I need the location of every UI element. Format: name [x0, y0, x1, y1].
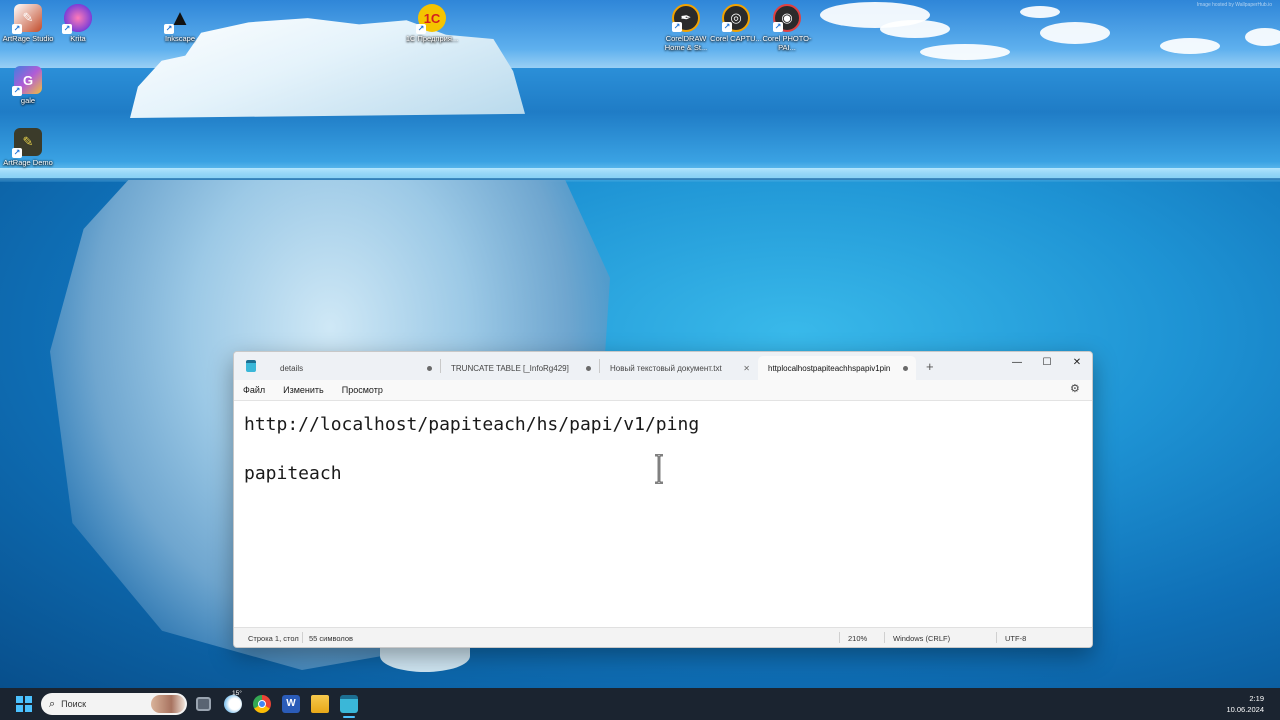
wallpaper-watermark: Image hosted by WallpaperHub.io — [1196, 2, 1272, 8]
tab-label: TRUNCATE TABLE [_InfoRg429] — [451, 363, 569, 373]
cloud — [1020, 6, 1060, 18]
desktop-icon-corel-photopaint[interactable]: ◉ ↗ Corel PHOTO-PAI... — [759, 4, 815, 52]
weather-temperature: 15° — [232, 690, 242, 697]
minimize-button[interactable]: — — [1002, 352, 1032, 372]
cloud — [1040, 22, 1110, 44]
desktop-icon-artrage-studio[interactable]: ✎ ↗ ArtRage Studio — [0, 4, 56, 43]
krita-icon: ↗ — [62, 4, 92, 34]
unsaved-dot-icon — [586, 365, 591, 371]
coreldraw-icon: ✒ ↗ — [672, 4, 700, 32]
tab-httplocalhost[interactable]: httplocalhostpapiteachhspapiv1pin — [758, 356, 916, 380]
search-icon: ⌕ — [49, 697, 56, 710]
cloud — [1245, 28, 1280, 46]
menu-view[interactable]: Просмотр — [333, 385, 392, 395]
notepad-app-icon — [246, 360, 256, 372]
desktop-icon-gale[interactable]: G ↗ gale — [0, 66, 56, 105]
system-clock[interactable]: 2:19 10.06.2024 — [1226, 693, 1264, 715]
taskbar: ⌕ Поиск 15° W 2:19 10.06.2024 — [0, 688, 1280, 720]
notepad-window: details TRUNCATE TABLE [_InfoRg429] Новы… — [233, 351, 1093, 648]
clock-date: 10.06.2024 — [1226, 705, 1264, 714]
artrage-demo-icon: ✎ ↗ — [12, 128, 42, 158]
status-zoom: 210% — [848, 634, 868, 643]
chrome-icon[interactable] — [253, 695, 271, 713]
status-divider — [996, 632, 997, 643]
1c-icon: 1С ↗ — [416, 4, 446, 34]
search-highlight-image — [151, 695, 185, 713]
waterline — [0, 168, 1280, 182]
close-button[interactable]: ✕ — [1062, 352, 1092, 372]
notepad-taskbar-icon[interactable] — [340, 695, 358, 713]
settings-gear-icon[interactable]: ⚙ — [1070, 383, 1082, 395]
windows-logo-icon — [16, 696, 23, 703]
tab-label: details — [280, 363, 304, 373]
tab-details[interactable]: details — [270, 356, 440, 380]
inkscape-icon: ▲ ↗ — [164, 5, 191, 34]
corel-photopaint-icon: ◉ ↗ — [773, 4, 801, 32]
status-divider — [884, 632, 885, 643]
status-bar: Строка 1, стол 55 символов 210% Windows … — [234, 627, 1092, 647]
tab-close-icon[interactable]: ✕ — [743, 364, 750, 373]
text-editor[interactable]: http://localhost/papiteach/hs/papi/v1/pi… — [234, 400, 1092, 628]
title-bar[interactable]: details TRUNCATE TABLE [_InfoRg429] Новы… — [234, 352, 1092, 380]
tab-truncate-table[interactable]: TRUNCATE TABLE [_InfoRg429] — [441, 356, 599, 380]
cloud — [1160, 38, 1220, 54]
taskbar-search[interactable]: ⌕ Поиск — [41, 693, 187, 715]
desktop-icon-corel-capture[interactable]: ◎ ↗ Corel CAPTU... — [708, 4, 764, 43]
new-tab-button[interactable]: + — [916, 356, 944, 380]
weather-icon[interactable] — [224, 695, 242, 713]
text-cursor-icon — [655, 454, 663, 484]
file-explorer-icon[interactable] — [311, 695, 329, 713]
cloud — [920, 44, 1010, 60]
search-placeholder: Поиск — [61, 699, 87, 709]
active-app-indicator — [343, 716, 355, 718]
unsaved-dot-icon — [903, 365, 908, 371]
menu-file[interactable]: Файл — [234, 385, 274, 395]
status-line-endings: Windows (CRLF) — [893, 634, 951, 643]
unsaved-dot-icon — [427, 365, 432, 371]
status-divider — [302, 632, 303, 643]
tab-new-text-document[interactable]: Новый текстовый документ.txt ✕ — [600, 356, 758, 380]
clock-time: 2:19 — [1249, 694, 1264, 703]
window-controls: — ☐ ✕ — [1002, 352, 1092, 372]
word-icon[interactable]: W — [282, 695, 300, 713]
status-char-count: 55 символов — [309, 634, 354, 643]
task-view-icon[interactable] — [196, 697, 211, 711]
menu-edit[interactable]: Изменить — [274, 385, 333, 395]
editor-line: http://localhost/papiteach/hs/papi/v1/pi… — [244, 414, 700, 435]
artrage-icon: ✎ ↗ — [12, 4, 42, 34]
tab-label: httplocalhostpapiteachhspapiv1pin — [768, 363, 891, 373]
cloud — [880, 20, 950, 38]
desktop-icon-inkscape[interactable]: ▲ ↗ Inkscape — [152, 4, 208, 43]
tab-strip: details TRUNCATE TABLE [_InfoRg429] Новы… — [270, 352, 944, 380]
desktop-icon-krita[interactable]: ↗ Krita — [50, 4, 106, 43]
tab-label: Новый текстовый документ.txt — [610, 363, 722, 373]
desktop-icon-artrage-demo[interactable]: ✎ ↗ ArtRage Demo — [0, 128, 56, 167]
start-button[interactable] — [16, 696, 32, 712]
gale-icon: G ↗ — [12, 66, 42, 96]
corel-capture-icon: ◎ ↗ — [722, 4, 750, 32]
desktop-icon-1c[interactable]: 1С ↗ 1С Предприя... — [404, 4, 460, 43]
status-position: Строка 1, стол — [248, 634, 299, 643]
status-divider — [839, 632, 840, 643]
status-encoding: UTF-8 — [1005, 634, 1027, 643]
maximize-button[interactable]: ☐ — [1032, 352, 1062, 372]
menu-bar: Файл Изменить Просмотр ⚙ — [234, 380, 1092, 399]
desktop-icon-coreldraw[interactable]: ✒ ↗ CorelDRAW Home & St... — [658, 4, 714, 52]
